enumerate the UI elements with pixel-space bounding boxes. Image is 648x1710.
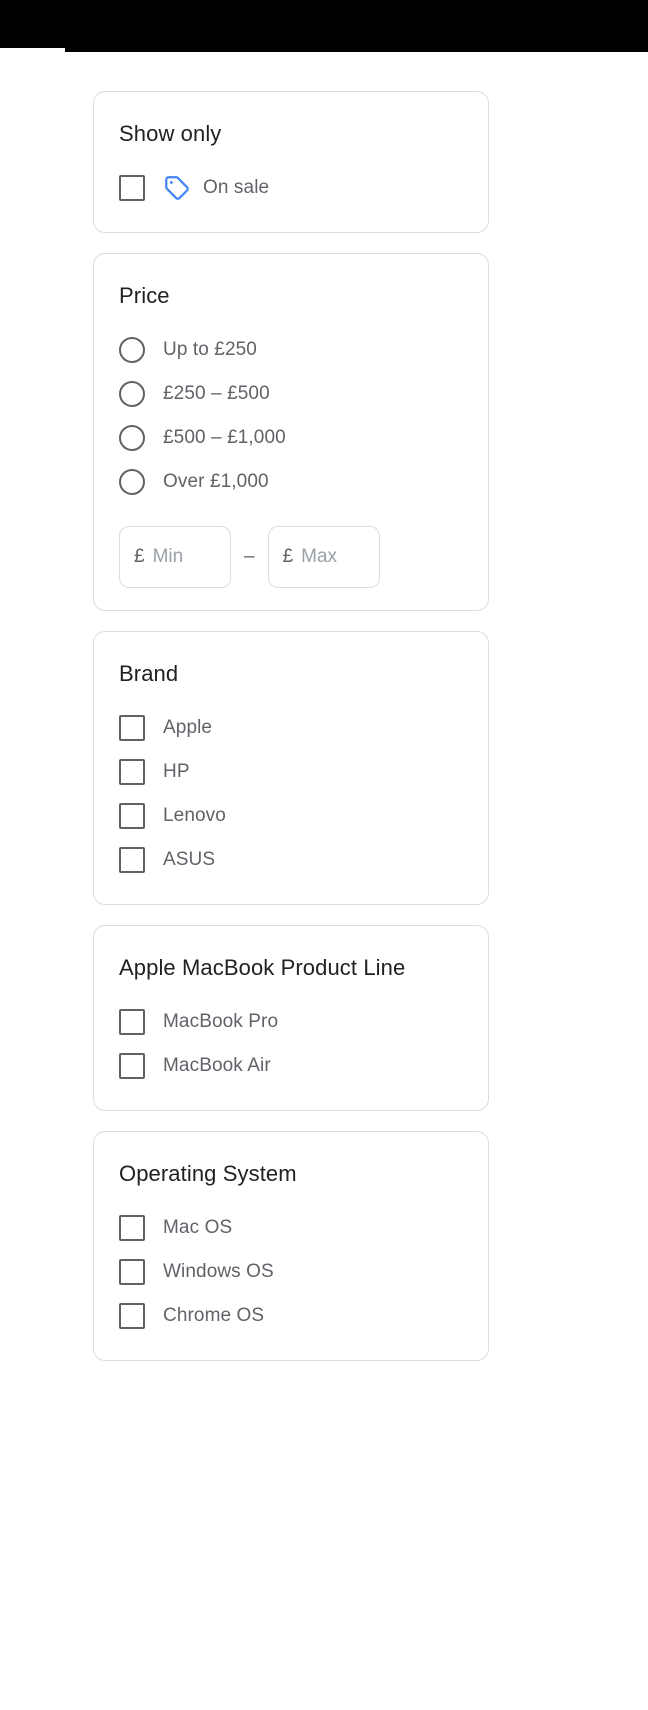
option-list-price: Up to £250 £250 – £500 £500 – £1,000 Ove… bbox=[119, 328, 463, 504]
option-label-brand-lenovo: Lenovo bbox=[163, 805, 226, 826]
price-min-field[interactable]: £ Min bbox=[119, 526, 231, 588]
option-label-brand-hp: HP bbox=[163, 761, 190, 782]
radio-price-500-1000[interactable] bbox=[119, 425, 145, 451]
option-label-brand-asus: ASUS bbox=[163, 849, 216, 870]
checkbox-brand-asus[interactable] bbox=[119, 847, 145, 873]
checkbox-brand-hp[interactable] bbox=[119, 759, 145, 785]
price-max-field[interactable]: £ Max bbox=[267, 526, 380, 588]
option-label-macbook-air: MacBook Air bbox=[163, 1055, 271, 1076]
filter-panel: Show only On sale Price Up to £250 £250 … bbox=[93, 91, 489, 1381]
checkbox-os-mac[interactable] bbox=[119, 1215, 145, 1241]
filter-card-show-only: Show only On sale bbox=[93, 91, 489, 233]
option-label-macbook-pro: MacBook Pro bbox=[163, 1011, 279, 1032]
option-list-operating-system: Mac OS Windows OS Chrome OS bbox=[119, 1206, 463, 1338]
price-max-placeholder: Max bbox=[301, 546, 338, 567]
browser-chrome-bar-left bbox=[0, 0, 65, 48]
browser-chrome-bar-right bbox=[65, 0, 648, 52]
filter-card-macbook-product-line: Apple MacBook Product Line MacBook Pro M… bbox=[93, 925, 489, 1111]
price-min-placeholder: Min bbox=[152, 546, 184, 567]
option-price-over-1000[interactable]: Over £1,000 bbox=[119, 460, 463, 504]
option-label-on-sale: On sale bbox=[203, 177, 270, 198]
radio-price-over-1000[interactable] bbox=[119, 469, 145, 495]
option-label-price-up-to-250: Up to £250 bbox=[163, 339, 257, 360]
option-brand-lenovo[interactable]: Lenovo bbox=[119, 794, 463, 838]
checkbox-macbook-pro[interactable] bbox=[119, 1009, 145, 1035]
radio-price-up-to-250[interactable] bbox=[119, 337, 145, 363]
radio-price-250-500[interactable] bbox=[119, 381, 145, 407]
option-price-250-500[interactable]: £250 – £500 bbox=[119, 372, 463, 416]
filter-title-price: Price bbox=[119, 283, 170, 308]
option-macbook-air[interactable]: MacBook Air bbox=[119, 1044, 463, 1088]
filters-page: Show only On sale Price Up to £250 £250 … bbox=[0, 0, 648, 1710]
price-range-row: £ Min – £ Max bbox=[119, 526, 463, 588]
option-label-brand-apple: Apple bbox=[163, 717, 213, 738]
filter-title-operating-system: Operating System bbox=[119, 1161, 297, 1186]
option-os-windows[interactable]: Windows OS bbox=[119, 1250, 463, 1294]
option-macbook-pro[interactable]: MacBook Pro bbox=[119, 1000, 463, 1044]
checkbox-os-windows[interactable] bbox=[119, 1259, 145, 1285]
option-label-price-over-1000: Over £1,000 bbox=[163, 471, 269, 492]
option-label-os-windows: Windows OS bbox=[163, 1261, 274, 1282]
currency-symbol-max: £ bbox=[282, 546, 294, 567]
price-range-separator: – bbox=[244, 546, 255, 567]
option-label-price-500-1000: £500 – £1,000 bbox=[163, 427, 286, 448]
option-label-os-mac: Mac OS bbox=[163, 1217, 233, 1238]
option-list-macbook-product-line: MacBook Pro MacBook Air bbox=[119, 1000, 463, 1088]
option-brand-apple[interactable]: Apple bbox=[119, 706, 463, 750]
checkbox-os-chrome[interactable] bbox=[119, 1303, 145, 1329]
option-price-up-to-250[interactable]: Up to £250 bbox=[119, 328, 463, 372]
option-price-500-1000[interactable]: £500 – £1,000 bbox=[119, 416, 463, 460]
option-label-os-chrome: Chrome OS bbox=[163, 1305, 265, 1326]
checkbox-brand-apple[interactable] bbox=[119, 715, 145, 741]
option-list-show-only: On sale bbox=[119, 166, 463, 210]
filter-card-operating-system: Operating System Mac OS Windows OS Chrom… bbox=[93, 1131, 489, 1361]
filter-card-price: Price Up to £250 £250 – £500 £500 – £1,0… bbox=[93, 253, 489, 611]
checkbox-brand-lenovo[interactable] bbox=[119, 803, 145, 829]
filter-title-show-only: Show only bbox=[119, 121, 222, 146]
option-brand-asus[interactable]: ASUS bbox=[119, 838, 463, 882]
option-list-brand: Apple HP Lenovo ASUS bbox=[119, 706, 463, 882]
option-os-chrome[interactable]: Chrome OS bbox=[119, 1294, 463, 1338]
checkbox-macbook-air[interactable] bbox=[119, 1053, 145, 1079]
currency-symbol-min: £ bbox=[134, 546, 145, 567]
option-label-price-250-500: £250 – £500 bbox=[163, 383, 270, 404]
price-tag-icon bbox=[165, 176, 189, 200]
option-on-sale[interactable]: On sale bbox=[119, 166, 463, 210]
option-brand-hp[interactable]: HP bbox=[119, 750, 463, 794]
filter-card-brand: Brand Apple HP Lenovo ASUS bbox=[93, 631, 489, 905]
filter-title-macbook-product-line: Apple MacBook Product Line bbox=[119, 955, 406, 980]
option-os-mac[interactable]: Mac OS bbox=[119, 1206, 463, 1250]
checkbox-on-sale[interactable] bbox=[119, 175, 145, 201]
filter-title-brand: Brand bbox=[119, 661, 179, 686]
